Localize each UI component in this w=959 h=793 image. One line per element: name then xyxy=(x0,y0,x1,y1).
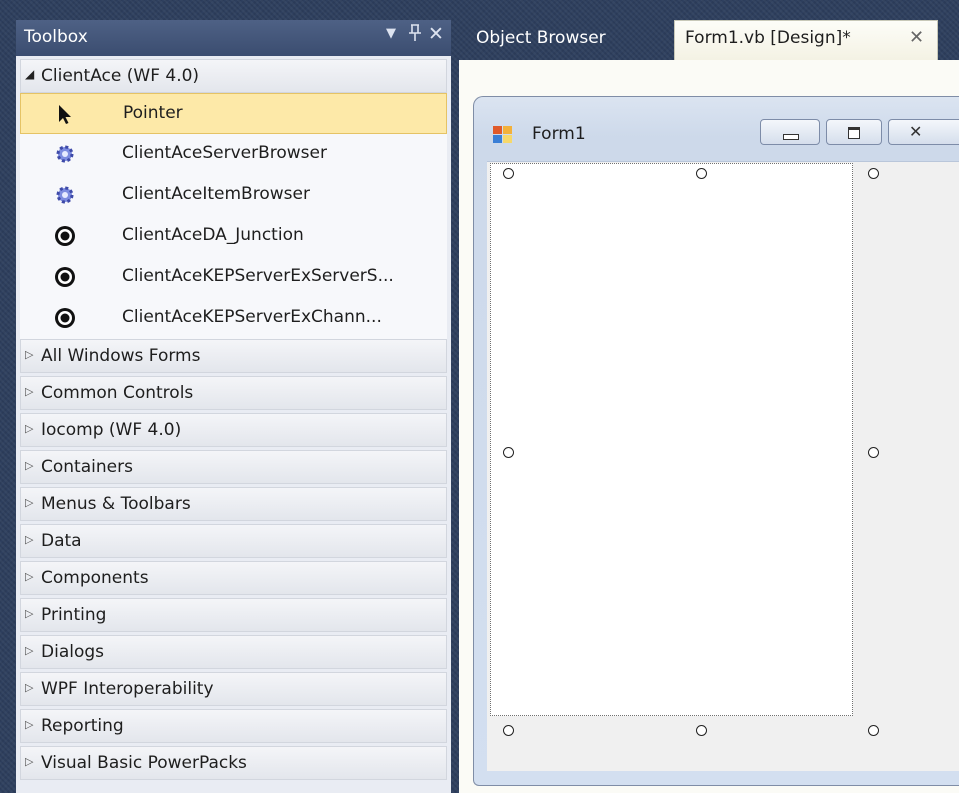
tool-label: ClientAceKEPServerExChann... xyxy=(122,307,382,327)
tool-label: Pointer xyxy=(123,103,183,123)
expand-triangle-icon: ▷ xyxy=(25,533,34,546)
selected-control[interactable] xyxy=(490,163,853,716)
expand-triangle-icon: ▷ xyxy=(25,755,34,768)
expand-triangle-icon: ▷ xyxy=(25,422,34,435)
tool-clientace-kepserverex-channel[interactable]: ClientAceKEPServerExChann... xyxy=(20,298,447,339)
toolbox-panel: Toolbox ▼ ✕ ◢ ClientAce (WF 4.0) Pointer… xyxy=(16,20,451,793)
minimize-button[interactable] xyxy=(760,119,820,145)
tool-clientace-server-browser[interactable]: ClientAceServerBrowser xyxy=(20,134,447,175)
resize-handle[interactable] xyxy=(503,725,514,736)
group-data[interactable]: ▷ Data xyxy=(20,524,447,558)
form-title: Form1 xyxy=(532,124,586,144)
close-icon: ✕ xyxy=(909,122,923,141)
close-icon[interactable]: ✕ xyxy=(909,27,924,48)
group-label: Visual Basic PowerPacks xyxy=(41,753,247,773)
clientace-icon xyxy=(54,266,76,288)
tool-label: ClientAceKEPServerExServerS... xyxy=(122,266,394,286)
toolbox-header: Toolbox ▼ ✕ xyxy=(16,20,451,56)
gear-icon xyxy=(54,143,76,165)
maximize-button[interactable] xyxy=(826,119,882,145)
resize-handle[interactable] xyxy=(868,447,879,458)
group-label: All Windows Forms xyxy=(41,346,201,366)
group-label: WPF Interoperability xyxy=(41,679,214,699)
resize-handle[interactable] xyxy=(868,725,879,736)
clientace-icon xyxy=(54,225,76,247)
designer-surface[interactable]: Form1 ✕ xyxy=(459,60,959,793)
resize-handle[interactable] xyxy=(503,447,514,458)
expand-triangle-icon: ▷ xyxy=(25,718,34,731)
tool-pointer[interactable]: Pointer xyxy=(20,93,447,134)
expand-triangle-icon: ▷ xyxy=(25,496,34,509)
group-visual-basic-powerpacks[interactable]: ▷ Visual Basic PowerPacks xyxy=(20,746,447,780)
resize-handle[interactable] xyxy=(503,168,514,179)
group-components[interactable]: ▷ Components xyxy=(20,561,447,595)
tool-clientace-kepserverex-server[interactable]: ClientAceKEPServerExServerS... xyxy=(20,257,447,298)
expand-triangle-icon: ▷ xyxy=(25,385,34,398)
close-icon[interactable]: ✕ xyxy=(428,23,444,45)
group-common-controls[interactable]: ▷ Common Controls xyxy=(20,376,447,410)
group-label: ClientAce (WF 4.0) xyxy=(41,66,200,86)
pin-icon[interactable] xyxy=(408,24,422,46)
group-label: Reporting xyxy=(41,716,124,736)
group-wpf-interoperability[interactable]: ▷ WPF Interoperability xyxy=(20,672,447,706)
group-label: Dialogs xyxy=(41,642,105,662)
group-label: Containers xyxy=(41,457,133,477)
group-dialogs[interactable]: ▷ Dialogs xyxy=(20,635,447,669)
expand-triangle-icon: ▷ xyxy=(25,348,34,361)
toolbox-title: Toolbox xyxy=(24,27,88,47)
expand-triangle-icon: ▷ xyxy=(25,644,34,657)
maximize-icon xyxy=(848,127,860,139)
group-label: Common Controls xyxy=(41,383,194,403)
group-iocomp[interactable]: ▷ Iocomp (WF 4.0) xyxy=(20,413,447,447)
tab-label: Object Browser xyxy=(476,28,606,48)
tab-object-browser[interactable]: Object Browser xyxy=(464,20,654,56)
group-label: Menus & Toolbars xyxy=(41,494,191,514)
tab-form1-design[interactable]: Form1.vb [Design]* ✕ xyxy=(674,20,938,60)
tool-clientace-da-junction[interactable]: ClientAceDA_Junction xyxy=(20,216,447,257)
tab-label: Form1.vb [Design]* xyxy=(685,28,851,48)
group-menus-toolbars[interactable]: ▷ Menus & Toolbars xyxy=(20,487,447,521)
tool-label: ClientAceItemBrowser xyxy=(122,184,310,204)
gear-icon xyxy=(54,184,76,206)
tool-clientace-item-browser[interactable]: ClientAceItemBrowser xyxy=(20,175,447,216)
group-label: Iocomp (WF 4.0) xyxy=(41,420,182,440)
toolbox-body: ◢ ClientAce (WF 4.0) Pointer ClientAceSe… xyxy=(16,56,451,793)
expand-triangle-icon: ▷ xyxy=(25,459,34,472)
group-all-windows-forms[interactable]: ▷ All Windows Forms xyxy=(20,339,447,373)
form-icon xyxy=(492,125,514,145)
dropdown-arrow-icon[interactable]: ▼ xyxy=(386,26,396,41)
collapse-triangle-icon: ◢ xyxy=(25,67,35,81)
tool-label: ClientAceServerBrowser xyxy=(122,143,327,163)
group-clientace[interactable]: ◢ ClientAce (WF 4.0) xyxy=(20,59,447,93)
group-printing[interactable]: ▷ Printing xyxy=(20,598,447,632)
tool-label: ClientAceDA_Junction xyxy=(122,225,304,245)
group-label: Components xyxy=(41,568,149,588)
clientace-icon xyxy=(54,307,76,329)
group-reporting[interactable]: ▷ Reporting xyxy=(20,709,447,743)
group-label: Printing xyxy=(41,605,107,625)
pointer-icon xyxy=(55,103,77,125)
expand-triangle-icon: ▷ xyxy=(25,570,34,583)
resize-handle[interactable] xyxy=(868,168,879,179)
close-button[interactable]: ✕ xyxy=(888,119,959,145)
group-label: Data xyxy=(41,531,82,551)
group-containers[interactable]: ▷ Containers xyxy=(20,450,447,484)
expand-triangle-icon: ▷ xyxy=(25,681,34,694)
resize-handle[interactable] xyxy=(696,725,707,736)
expand-triangle-icon: ▷ xyxy=(25,607,34,620)
minimize-icon xyxy=(783,134,799,140)
resize-handle[interactable] xyxy=(696,168,707,179)
